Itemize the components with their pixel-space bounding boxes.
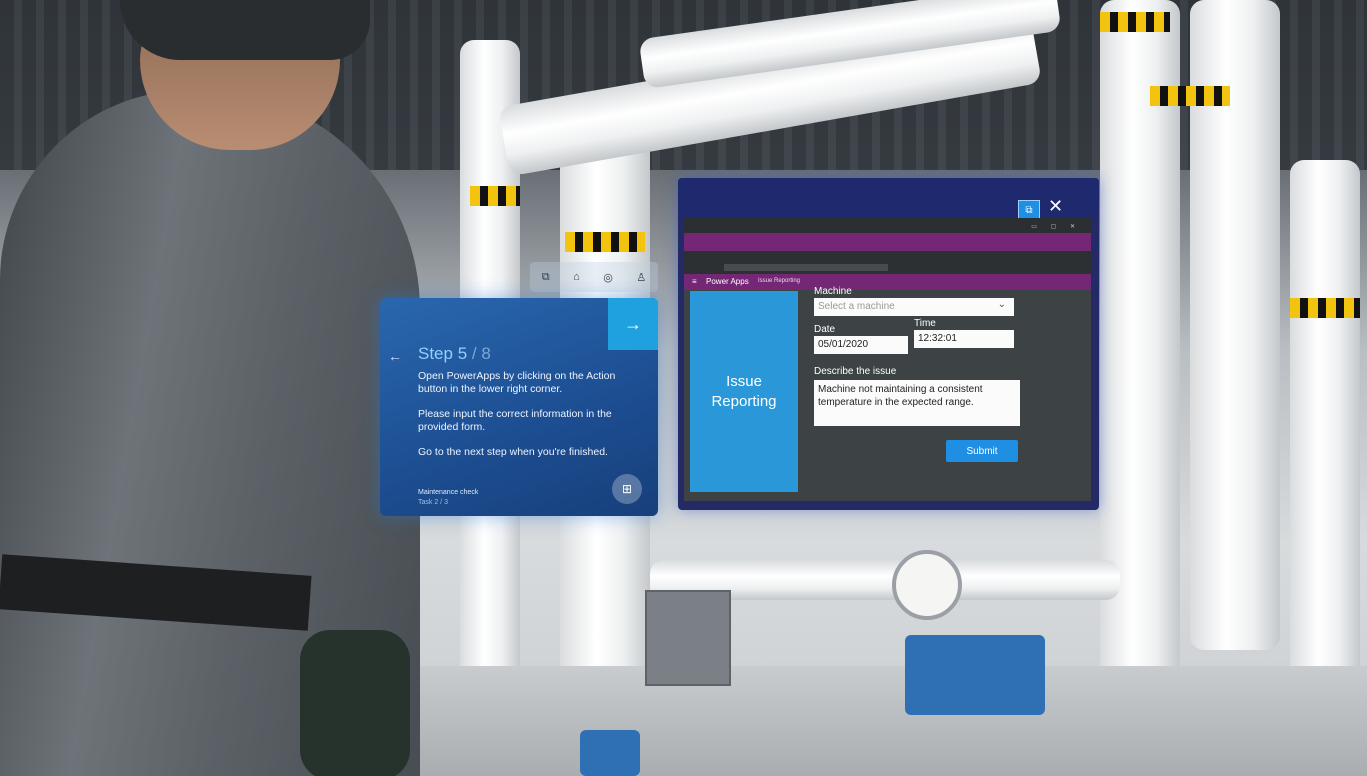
issue-textarea[interactable]: Machine not maintaining a consistent tem…	[814, 380, 1020, 426]
app-header: ≡ Power Apps Issue Reporting	[684, 274, 1091, 290]
task-name: Maintenance check	[418, 489, 479, 496]
app-action-icon: ⊞	[621, 482, 633, 496]
hazard-band	[565, 232, 645, 252]
machine-placeholder: Select a machine	[818, 301, 895, 312]
time-field[interactable]: 12:32:01	[914, 330, 1014, 348]
instruction-text: Go to the next step when you're finished…	[418, 446, 608, 458]
step-total: / 8	[471, 344, 491, 363]
instruction-text: Please input the correct information in …	[418, 408, 612, 433]
pin-icon[interactable]: ⌂	[573, 271, 580, 283]
issue-value: Machine not maintaining a consistent tem…	[818, 384, 983, 408]
blue-pump	[905, 635, 1045, 715]
hazard-band	[1290, 298, 1360, 318]
close-icon[interactable]: ✕	[1048, 196, 1063, 217]
window-icon: ⧉	[1025, 204, 1033, 216]
window-controls-icon[interactable]: ▭ ▢ ✕	[1031, 223, 1081, 230]
hazard-band	[1150, 86, 1230, 106]
submit-label: Submit	[966, 445, 998, 457]
guide-toolbar: ⧉ ⌂ ◎ ♙	[530, 262, 658, 292]
issue-form: Machine Select a machine ⌄ Date 05/01/20…	[814, 286, 1084, 495]
hololens-headset	[120, 0, 370, 60]
app-brand: Power Apps	[706, 277, 749, 286]
hamburger-menu-icon[interactable]: ≡	[692, 277, 697, 286]
date-value: 05/01/2020	[818, 339, 869, 350]
task-progress: Task 2 / 3	[418, 499, 448, 506]
sidebar-title-line1: Issue	[726, 372, 762, 390]
arrow-right-icon: →	[624, 313, 642, 334]
machine-label: Machine	[814, 286, 852, 297]
blue-valve	[580, 730, 640, 776]
instruction-text: Open PowerApps by clicking on the Action…	[418, 370, 616, 395]
step-label: Step 5	[418, 344, 468, 363]
arrow-left-icon[interactable]: ←	[388, 348, 402, 364]
hazard-band	[1100, 12, 1170, 32]
chevron-down-icon: ⌄	[997, 299, 1006, 310]
hazard-band	[470, 186, 520, 206]
pipe	[1100, 0, 1180, 776]
next-step-button[interactable]: →	[608, 298, 658, 350]
worker-glove	[300, 630, 410, 776]
browser-view: ▭ ▢ ✕ ≡ Power Apps Issue Reporting Issue…	[684, 218, 1091, 501]
control-box	[645, 590, 731, 686]
time-label: Time	[914, 318, 936, 329]
app-action-button[interactable]: ⊞	[612, 474, 642, 504]
pressure-gauge	[892, 550, 962, 620]
task-info: Maintenance check Task 2 / 3	[418, 488, 478, 508]
breadcrumb[interactable]: Issue Reporting	[758, 278, 800, 284]
pipe	[1290, 160, 1360, 680]
issue-label: Describe the issue	[814, 366, 897, 377]
powerapps-window: ⧉ ✕ ▭ ▢ ✕ ≡ Power Apps Issue Reporting I…	[678, 178, 1099, 510]
user-icon[interactable]: ♙	[636, 271, 646, 284]
date-label: Date	[814, 324, 836, 335]
guide-step-panel: → ← Step 5 / 8 Open PowerApps by clickin…	[380, 298, 658, 516]
browser-accent-bar	[684, 233, 1091, 251]
issue-sidebar: Issue Reporting	[690, 291, 798, 492]
sidebar-title-line2: Reporting	[711, 392, 777, 410]
follow-me-button[interactable]: ⧉	[1018, 200, 1040, 220]
address-bar[interactable]	[724, 264, 888, 271]
submit-button[interactable]: Submit	[946, 440, 1018, 462]
link-icon[interactable]: ⧉	[542, 271, 550, 284]
settings-icon[interactable]: ◎	[603, 271, 613, 284]
machine-dropdown[interactable]: Select a machine ⌄	[814, 298, 1014, 316]
date-field[interactable]: 05/01/2020	[814, 336, 908, 354]
step-indicator: Step 5 / 8	[418, 344, 491, 364]
time-value: 12:32:01	[918, 333, 957, 344]
step-instructions: Open PowerApps by clicking on the Action…	[418, 370, 640, 471]
